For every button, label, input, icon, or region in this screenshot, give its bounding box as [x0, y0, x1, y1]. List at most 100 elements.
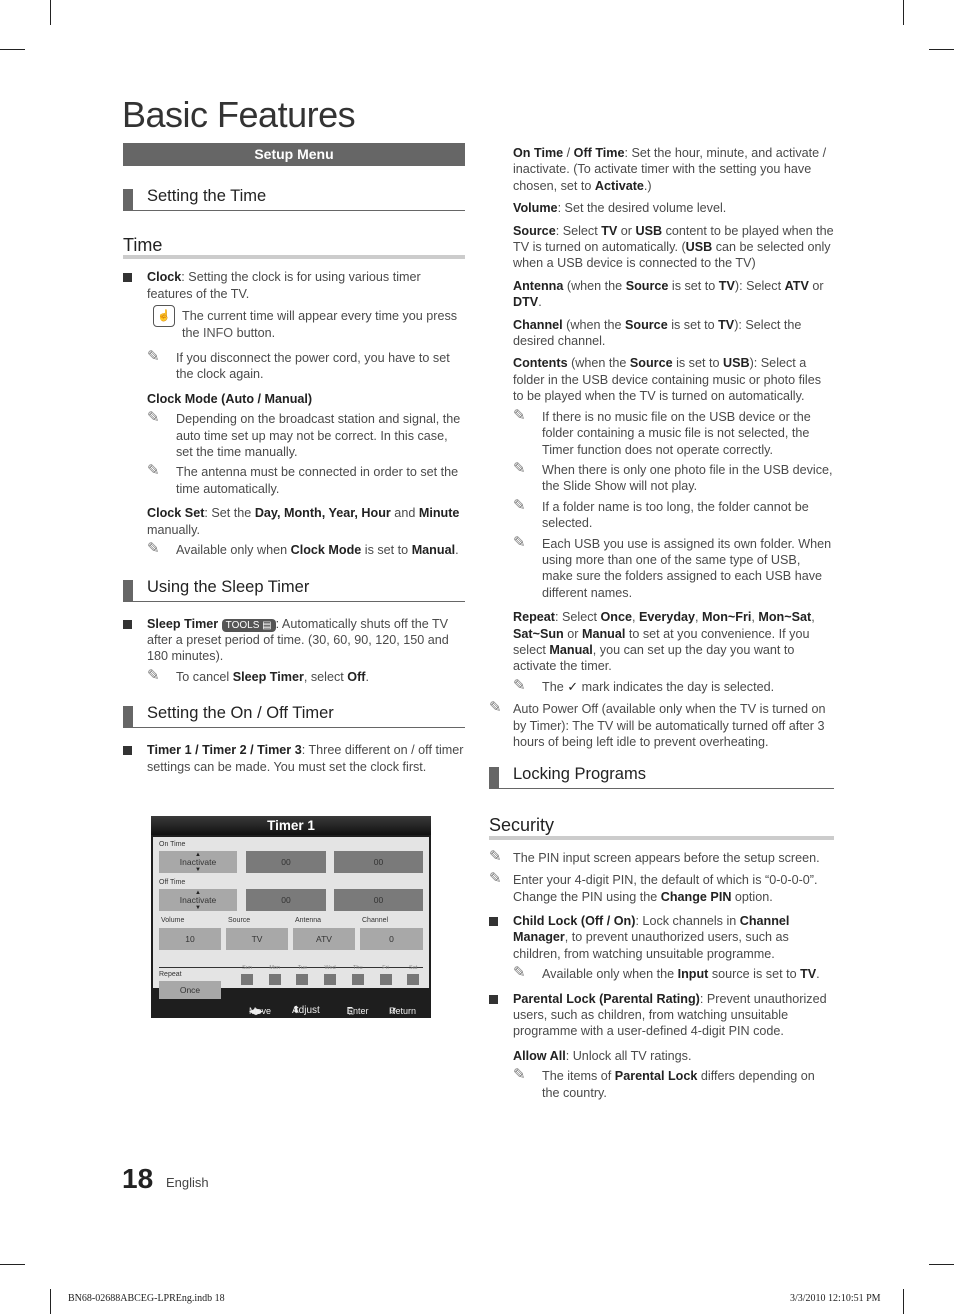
bold-text: Input [677, 967, 709, 982]
text: is set to [668, 278, 719, 293]
pencil-note-icon: ✎ [489, 870, 502, 888]
note-text: If you disconnect the power cord, you ha… [176, 351, 450, 382]
day-checkbox-fri[interactable] [379, 974, 392, 985]
osd-title: Timer 1 [151, 816, 431, 835]
bold-text: Activate [594, 178, 644, 193]
note: ✎ Enter your 4-digit PIN, the default of … [489, 870, 834, 905]
list-item-child-lock: Child Lock (Off / On): Lock channels in … [489, 913, 834, 983]
text: Available only when the [542, 967, 678, 982]
label: Clock Mode (Auto / Manual) [147, 391, 313, 406]
pencil-note-icon: ✎ [513, 459, 526, 477]
note: ✎ Available only when Clock Mode is set … [147, 540, 465, 558]
heading-block [123, 579, 133, 602]
crop-mark [903, 0, 904, 25]
heading-block [123, 189, 133, 211]
off-time-minute[interactable]: 00 [334, 889, 423, 911]
bold-text: DTV [513, 295, 539, 310]
bold-text: Sat~Sun [513, 626, 564, 641]
clock-set-paragraph: Clock Set: Set the Day, Month, Year, Hou… [147, 505, 465, 538]
note: ✎ Each USB you use is assigned its own fo… [513, 533, 834, 602]
crop-mark [0, 1264, 25, 1265]
bold-text: Sleep Timer [232, 669, 304, 684]
text: : Set the [204, 506, 255, 521]
subsection-heading-sleep-timer: Using the Sleep Timer [123, 577, 465, 602]
bold-text: Manual [549, 642, 593, 657]
tools-label: TOOLS [225, 619, 260, 631]
arrow-down-icon: ▼ [195, 867, 201, 873]
day-checkbox-thu[interactable] [351, 974, 364, 985]
text: Available only when [176, 543, 291, 558]
item-text: : Setting the clock is for using various… [147, 270, 421, 301]
list-item-timers: Timer 1 / Timer 2 / Timer 3: Three diffe… [123, 742, 465, 775]
off-time-hour[interactable]: 00 [246, 889, 326, 911]
day-label-sat: Sat [409, 965, 418, 971]
note: ✎ If you disconnect the power cord, you … [147, 348, 465, 383]
value: Inactivate [179, 857, 217, 867]
on-time-state-spinner[interactable]: ▲ Inactivate ▼ [159, 851, 237, 873]
clock-mode-label: Clock Mode (Auto / Manual) [147, 391, 465, 407]
pencil-note-icon: ✎ [513, 533, 526, 551]
day-checkbox-tue[interactable] [296, 974, 309, 985]
text: source is set to [708, 967, 801, 982]
pencil-note-icon: ✎ [147, 666, 160, 684]
source-paragraph: Source: Select TV or USB content to be p… [513, 223, 834, 272]
bold-text: Volume [513, 201, 558, 216]
pencil-note-icon: ✎ [147, 540, 160, 558]
text: : Set the desired volume level. [557, 201, 727, 216]
day-checkbox-sun[interactable] [241, 974, 253, 985]
channel-field[interactable]: 0 [360, 928, 423, 950]
repeat-paragraph: Repeat: Select Once, Everyday, Mon~Fri, … [513, 609, 834, 675]
arrow-up-icon: ▲ [195, 890, 201, 896]
osd-body: On Time ▲ Inactivate ▼ 00 00 Off Time ▲ … [153, 837, 429, 999]
day-checkbox-mon[interactable] [268, 974, 281, 985]
label: Enter [347, 1006, 369, 1016]
bold-text: ATV [784, 278, 809, 293]
off-time-state-spinner[interactable]: ▲ Inactivate ▼ [159, 889, 237, 911]
volume-label: Volume [161, 917, 185, 924]
bullet-icon [123, 273, 132, 283]
day-label-fri: Fri [382, 965, 389, 971]
note: ✎ Depending on the broadcast station and… [147, 409, 465, 460]
day-checkbox-wed[interactable] [324, 974, 337, 985]
on-time-hour[interactable]: 00 [246, 851, 326, 873]
on-time-minute[interactable]: 00 [334, 851, 423, 873]
source-field[interactable]: TV [226, 928, 288, 950]
bold-text: On Time [513, 146, 564, 160]
on-off-time-paragraph: On Time / Off Time: Set the hour, minute… [513, 145, 834, 194]
note-text: When there is only one photo file in the… [542, 462, 833, 494]
heading-text: Using the Sleep Timer [147, 577, 310, 596]
bold-text: Repeat [513, 610, 555, 625]
text: ): Select [734, 278, 785, 293]
note: ✎ If there is no music file on the USB de… [513, 407, 834, 458]
pencil-note-icon: ✎ [489, 847, 502, 865]
antenna-label: Antenna [295, 917, 322, 924]
arrow-down-icon: ▼ [195, 905, 201, 911]
bold-text: Minute [418, 506, 460, 521]
label: Move [249, 1006, 272, 1016]
crop-mark [903, 1289, 904, 1314]
source-label: Source [228, 917, 251, 924]
text: To cancel [176, 669, 233, 684]
note: ✎ If a folder name is too long, the folde… [513, 497, 834, 532]
antenna-field[interactable]: ATV [293, 928, 355, 950]
bold-text: Day, Month, Year, Hour [254, 506, 391, 521]
note-text: The antenna must be connected in order t… [176, 465, 459, 496]
bold-text: Antenna [513, 278, 564, 293]
text: or [617, 223, 636, 238]
subsection-heading-locking-programs: Locking Programs [489, 766, 834, 790]
bold-text: Off [347, 669, 366, 684]
bold-text: Manual [411, 543, 456, 558]
crop-mark [929, 49, 954, 50]
text: : Unlock all TV ratings. [565, 1048, 692, 1063]
bold-text: Contents [513, 356, 568, 371]
volume-paragraph: Volume: Set the desired volume level. [513, 200, 834, 216]
text: and [390, 506, 419, 521]
auto-power-off-note: ✎ Auto Power Off (available only when the… [489, 699, 834, 750]
text: , [695, 610, 703, 625]
volume-field[interactable]: 10 [159, 928, 221, 950]
pencil-note-icon: ✎ [513, 964, 526, 982]
bold-text: Source [625, 317, 668, 332]
day-checkbox-sat[interactable] [407, 974, 420, 985]
osd-footer: ◀▶ Move ⬍ Adjust ⎘ Enter ↺ Return [151, 990, 431, 1018]
heading-text: Setting the Time [147, 187, 267, 205]
